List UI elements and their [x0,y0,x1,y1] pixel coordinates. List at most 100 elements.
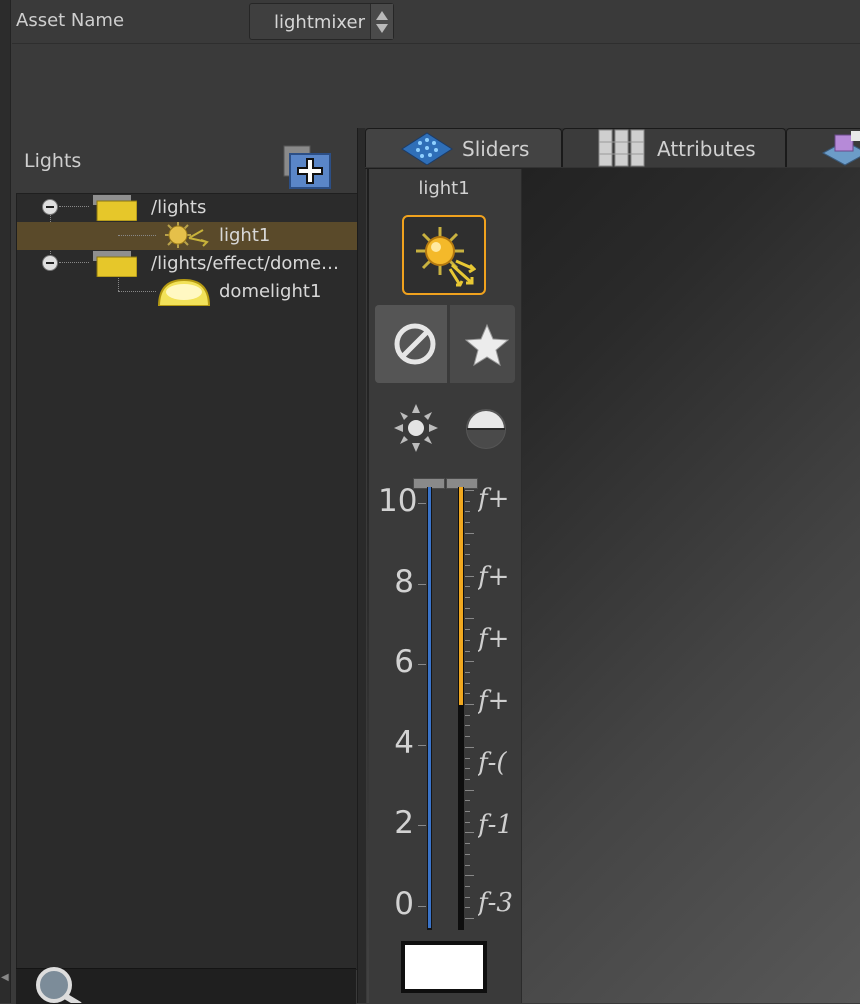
asset-name-value: lightmixer [274,12,366,33]
exposure-stop-label: ƒ-( [478,748,507,778]
sliders-grid-icon [401,132,453,165]
intensity-tick [418,744,426,746]
exposure-minor-tick [465,490,474,491]
exposure-minor-tick [465,575,474,577]
intensity-tick-label: 4 [394,724,414,761]
intensity-tick [418,664,426,666]
exposure-minor-tick [465,811,470,812]
exposure-stop-label: ƒ+ [478,562,510,592]
specular-toggle-icon[interactable] [464,407,508,451]
tab-label: Sliders [462,137,530,161]
light-select-button[interactable] [402,215,486,295]
exposure-minor-tick [465,725,470,727]
exposure-minor-tick [465,500,470,502]
disable-circle-slash-icon [394,323,436,365]
scene-icon [821,131,860,166]
exposure-minor-tick [465,682,470,684]
intensity-tick [418,906,426,907]
tree-label: light1 [219,225,271,246]
divider [12,43,860,44]
tab-scene[interactable] [786,128,860,167]
exposure-minor-tick [465,843,470,845]
exposure-minor-tick [465,714,470,716]
exposure-minor-tick [465,704,474,705]
intensity-tick-label: 10 [378,483,418,519]
exposure-minor-tick [465,896,470,898]
collapse-minus-icon[interactable] [42,199,58,215]
intensity-tick-label: 8 [394,563,414,600]
tree-row-light1[interactable]: light1 [17,222,357,250]
value-swatch-field[interactable] [401,941,487,993]
exposure-minor-tick [465,564,470,566]
folder-icon [93,251,137,277]
exposure-minor-tick [465,778,470,780]
collapse-minus-icon[interactable] [42,255,58,271]
light-strip-name: light1 [418,178,470,199]
exposure-minor-tick [465,736,470,738]
intensity-tick-label: 6 [394,644,414,681]
tree-row-lights-group[interactable]: /lights [17,194,357,222]
exposure-minor-tick [465,746,474,748]
exposure-minor-tick [465,918,474,919]
exposure-minor-tick [465,821,470,823]
intensity-tick [418,825,426,827]
panel-splitter[interactable] [357,128,366,1003]
tab-attributes[interactable]: Attributes [562,128,786,167]
exposure-minor-tick [465,768,470,770]
exposure-stop-label: ƒ+ [478,686,510,716]
search-icon[interactable] [30,965,86,1003]
sun-light-icon [165,222,209,248]
exposure-minor-tick [465,907,470,909]
intensity-tick [418,503,426,504]
asset-stepper-icon[interactable] [370,4,393,39]
exposure-minor-tick [465,586,470,588]
attributes-columns-icon [598,129,645,167]
add-folder-icon[interactable] [282,144,334,190]
exposure-minor-tick [465,639,470,641]
asset-name-dropdown[interactable]: lightmixer [249,3,394,40]
left-edge-strip [0,0,11,1003]
exposure-minor-tick [465,800,470,802]
lights-panel-title: Lights [24,150,82,172]
exposure-minor-tick [465,789,474,791]
tree-label: /lights [151,197,207,218]
exposure-stop-label: ƒ+ [478,484,510,514]
collapse-left-arrow-icon[interactable]: ◀ [1,972,9,983]
tab-bar: Sliders Attributes [365,128,860,169]
dome-light-icon [157,278,211,306]
exposure-stop-label: ƒ-3 [478,888,513,918]
tree-label: /lights/effect/dome… [151,253,340,274]
exposure-minor-tick [465,885,470,887]
exposure-minor-tick [465,543,470,545]
exposure-minor-tick [465,618,474,620]
solo-button[interactable] [453,305,515,383]
tab-sliders[interactable]: Sliders [365,128,562,167]
tree-row-dome-group[interactable]: /lights/effect/dome… [17,250,357,278]
exposure-minor-tick [465,554,470,556]
exposure-slider-fill [459,487,463,705]
exposure-stop-label: ƒ+ [478,624,510,654]
exposure-minor-tick [465,757,470,759]
star-icon [465,323,509,367]
exposure-minor-tick [465,522,470,524]
intensity-tick [418,583,426,585]
exposure-minor-tick [465,853,470,855]
mute-solo-group [375,305,515,383]
exposure-minor-tick [465,532,474,534]
lights-tree[interactable]: /lights light1 /lights/effect/dome… dome… [16,193,358,970]
sun-light-icon [416,227,476,287]
diffuse-toggle-icon[interactable] [392,403,440,453]
exposure-minor-tick [465,650,470,652]
intensity-tick-label: 2 [394,805,414,842]
tree-row-domelight1[interactable]: domelight1 [17,278,357,306]
exposure-minor-tick [465,671,470,673]
exposure-minor-tick [465,832,474,834]
intensity-tick-label: 0 [394,886,414,922]
exposure-minor-tick [465,597,470,598]
mute-button[interactable] [375,305,450,383]
tab-label: Attributes [657,137,756,161]
exposure-minor-tick [465,661,474,663]
tree-label: domelight1 [219,281,322,302]
exposure-minor-tick [465,629,470,631]
exposure-minor-tick [465,864,470,866]
